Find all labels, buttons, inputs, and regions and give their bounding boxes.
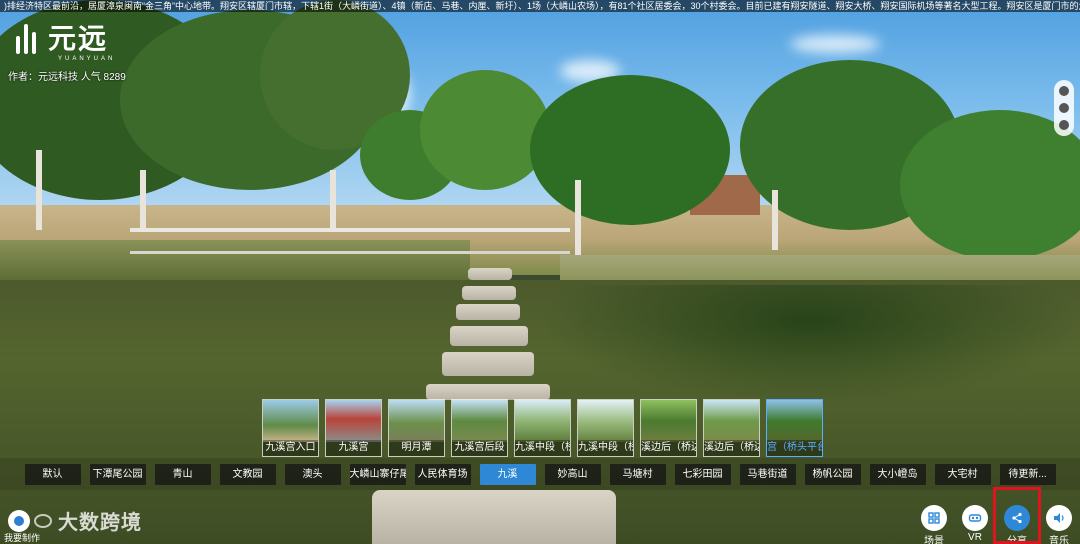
cloud xyxy=(790,35,880,53)
tree-reflection xyxy=(540,285,1080,405)
tree-trunk xyxy=(140,170,146,230)
grid-icon[interactable] xyxy=(1059,86,1069,97)
category-button[interactable]: 马巷街道 xyxy=(739,463,796,485)
scene-thumbnail[interactable]: 九溪中段（桥 xyxy=(514,399,571,457)
category-button[interactable]: 大宅村 xyxy=(934,463,991,485)
scene-thumbnail[interactable]: 溪边后（桥边 xyxy=(640,399,697,457)
scene-thumbnail[interactable]: 九溪宫后段 xyxy=(451,399,508,457)
category-bar: 默认 下潭尾公园 青山 文教园 澳头 大嶙山寨仔尾 人民体育场 九溪 妙高山 马… xyxy=(0,458,1080,490)
stepping-stone xyxy=(426,384,550,400)
speaker-icon xyxy=(1054,513,1064,523)
music-button[interactable] xyxy=(1046,505,1072,531)
thumbnail-image xyxy=(263,400,318,442)
stepping-stone xyxy=(462,286,516,300)
category-button[interactable]: 七彩田园 xyxy=(674,463,731,485)
scene-thumbnail-strip: 九溪宫入口 九溪宫 明月潭 九溪宫后段 九溪中段（桥 九溪中段（桥 溪边后（桥边… xyxy=(262,399,823,457)
vr-button[interactable] xyxy=(962,505,988,531)
thumbnail-label: 九溪宫入口 xyxy=(263,440,318,456)
scene-thumbnail[interactable]: 九溪中段（桥 xyxy=(577,399,634,457)
category-button[interactable]: 人民体育场 xyxy=(414,463,471,485)
category-button[interactable]: 妙高山 xyxy=(544,463,601,485)
vr-goggles-icon xyxy=(968,514,982,522)
vr-button-label: VR xyxy=(968,532,982,543)
thumbnail-image xyxy=(578,400,633,442)
stepping-stone xyxy=(372,490,616,544)
scene-thumbnail[interactable]: 九溪宫入口 xyxy=(262,399,319,457)
thumbnail-image xyxy=(704,400,759,442)
thumbnail-image xyxy=(641,400,696,442)
author-info: 作者：元远科技 人气 8289 xyxy=(8,72,126,83)
scene-button-label: 场景 xyxy=(924,536,944,544)
category-button[interactable]: 文教园 xyxy=(219,463,276,485)
category-button[interactable]: 杨帆公园 xyxy=(804,463,861,485)
scene-thumbnail[interactable]: 明月潭 xyxy=(388,399,445,457)
stepping-stone xyxy=(456,304,520,320)
thumbnail-label: 明月潭 xyxy=(389,440,444,456)
category-button[interactable]: 大小嶝岛 xyxy=(869,463,926,485)
category-button[interactable]: 青山 xyxy=(154,463,211,485)
thumbnail-image xyxy=(452,400,507,442)
thumbnail-image xyxy=(389,400,444,442)
logo-subtitle: YUANYUAN xyxy=(58,56,116,62)
stepping-stone xyxy=(442,352,534,376)
thumbnail-image xyxy=(326,400,381,442)
stepping-stone xyxy=(450,326,528,346)
category-button[interactable]: 下潭尾公园 xyxy=(89,463,146,485)
brand-text: 大数跨境 xyxy=(58,512,142,534)
category-button[interactable]: 大嶙山寨仔尾 xyxy=(349,463,406,485)
music-button-label: 音乐 xyxy=(1049,536,1069,544)
thumbnail-image xyxy=(515,400,570,442)
person-icon[interactable] xyxy=(1059,102,1069,113)
tree-trunk xyxy=(772,190,778,250)
category-button-active[interactable]: 九溪 xyxy=(479,463,536,485)
eye-icon[interactable] xyxy=(1059,119,1069,130)
logo-text: 元远 xyxy=(48,23,109,54)
scene-thumbnail[interactable]: 溪边后（桥边 xyxy=(703,399,760,457)
tree-trunk xyxy=(575,180,581,260)
scrolling-description: )排经济特区最前沿，居厦漳泉闽南“金三角”中心地带。翔安区辖厦门市辖，下辖1街（… xyxy=(0,0,1080,12)
make-my-own-link[interactable]: 我要制作 xyxy=(4,531,40,544)
scene-thumbnail-active[interactable]: 宫（桥头平台） xyxy=(766,399,823,457)
scene-icon xyxy=(928,512,940,524)
tree-trunk xyxy=(36,150,42,230)
category-button[interactable]: 默认 xyxy=(24,463,81,485)
thumbnail-label: 溪边后（桥边 xyxy=(641,440,696,456)
thumbnail-label: 九溪宫后段 xyxy=(452,440,507,456)
category-button[interactable]: 澳头 xyxy=(284,463,341,485)
logo: 元远 xyxy=(16,24,108,54)
thumbnail-label: 宫（桥头平台） xyxy=(767,440,822,456)
brand-logo-icon xyxy=(8,509,30,532)
tree xyxy=(420,70,550,190)
scene-button[interactable] xyxy=(921,505,947,531)
scene-thumbnail[interactable]: 九溪宫 xyxy=(325,399,382,457)
wechat-icon xyxy=(34,513,52,528)
category-button[interactable]: 待更新... xyxy=(999,463,1056,485)
stepping-stone xyxy=(468,268,512,280)
thumbnail-image xyxy=(767,400,822,442)
thumbnail-label: 九溪中段（桥 xyxy=(515,440,570,456)
thumbnail-label: 九溪中段（桥 xyxy=(578,440,633,456)
thumbnail-label: 溪边后（桥边 xyxy=(704,440,759,456)
tree xyxy=(530,75,730,225)
thumbnail-label: 九溪宫 xyxy=(326,440,381,456)
bridge-railing xyxy=(130,228,570,254)
tree-trunk xyxy=(330,170,336,230)
side-toolbar xyxy=(1054,80,1074,136)
share-highlight-box xyxy=(993,487,1041,544)
logo-mark-icon xyxy=(16,24,42,54)
category-button[interactable]: 马塘村 xyxy=(609,463,666,485)
